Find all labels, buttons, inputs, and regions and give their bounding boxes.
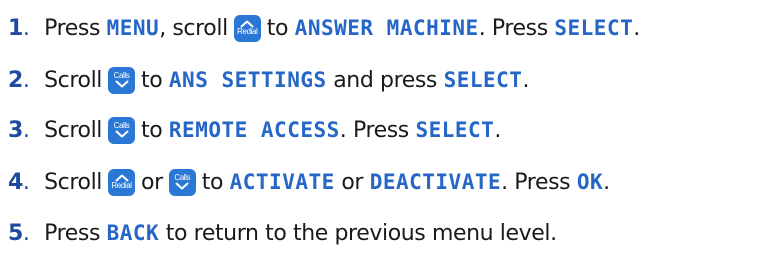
key-label: Redial — [111, 181, 132, 190]
calls-key-icon: Calls — [168, 168, 196, 196]
instruction-text: Press — [37, 220, 107, 246]
key-label: Calls — [174, 173, 191, 182]
instruction-text: to — [141, 67, 169, 93]
instruction-text: to return to the previous menu level. — [159, 220, 557, 246]
lcd-menu-text: REMOTE ACCESS — [168, 118, 340, 142]
instruction-text: Scroll — [37, 117, 103, 143]
instruction-text: or — [141, 169, 163, 195]
step-number-period: . — [22, 169, 30, 195]
instruction-text: . — [494, 117, 501, 143]
instruction-list: 1. Press MENU , scroll Redial to ANSWER … — [0, 0, 770, 262]
chevron-down-icon — [175, 182, 189, 190]
instruction-text: , scroll — [159, 15, 228, 41]
instruction-text: . — [603, 169, 610, 195]
instruction-text: . — [522, 67, 530, 93]
lcd-menu-text: ANS SETTINGS — [168, 68, 327, 92]
calls-key-icon: Calls — [108, 116, 136, 144]
instruction-text: Scroll — [37, 169, 103, 195]
redial-key-icon: Redial — [108, 168, 136, 196]
key-label: Redial — [237, 27, 258, 36]
lcd-menu-text: DEACTIVATE — [369, 170, 502, 194]
lcd-menu-text: ACTIVATE — [229, 170, 335, 194]
chevron-down-icon — [115, 80, 129, 88]
instruction-text: . — [633, 15, 640, 41]
step-3: 3. Scroll Calls to REMOTE ACCESS . Press… — [8, 110, 501, 150]
instruction-text: . Press — [339, 117, 416, 143]
instruction-text: to — [266, 15, 295, 41]
step-number: 2 — [8, 67, 23, 93]
step-1: 1. Press MENU , scroll Redial to ANSWER … — [8, 8, 640, 48]
key-label: Calls — [113, 121, 130, 130]
step-4: 4. Scroll Redial or Calls to ACTIVATE or… — [8, 162, 610, 202]
instruction-text: to — [201, 169, 230, 195]
instruction-text: . Press — [478, 15, 555, 41]
lcd-menu-text: OK — [576, 170, 604, 194]
step-number: 4 — [8, 169, 23, 195]
step-2: 2. Scroll Calls to ANS SETTINGS and pres… — [8, 60, 529, 100]
instruction-text: or — [334, 169, 370, 195]
lcd-menu-text: MENU — [106, 16, 160, 40]
lcd-menu-text: SELECT — [554, 16, 634, 40]
instruction-text: to — [141, 117, 169, 143]
lcd-menu-text: SELECT — [415, 118, 495, 142]
step-number-period: . — [22, 220, 30, 246]
instruction-text: Scroll — [37, 67, 103, 93]
calls-key-icon: Calls — [108, 66, 136, 94]
step-5: 5. Press BACK to return to the previous … — [8, 213, 557, 253]
step-number-period: . — [22, 117, 30, 143]
redial-key-icon: Redial — [233, 14, 261, 42]
step-number: 5 — [8, 220, 23, 246]
lcd-menu-text: BACK — [106, 221, 160, 245]
instruction-text: Press — [37, 15, 107, 41]
lcd-menu-text: SELECT — [443, 68, 523, 92]
lcd-menu-text: ANSWER MACHINE — [294, 16, 479, 40]
chevron-down-icon — [115, 130, 129, 138]
step-number: 1 — [8, 15, 23, 41]
key-label: Calls — [113, 71, 130, 80]
step-number-period: . — [22, 15, 30, 41]
step-number: 3 — [8, 117, 23, 143]
step-number-period: . — [22, 67, 30, 93]
instruction-text: and press — [326, 67, 444, 93]
instruction-text: . Press — [501, 169, 577, 195]
